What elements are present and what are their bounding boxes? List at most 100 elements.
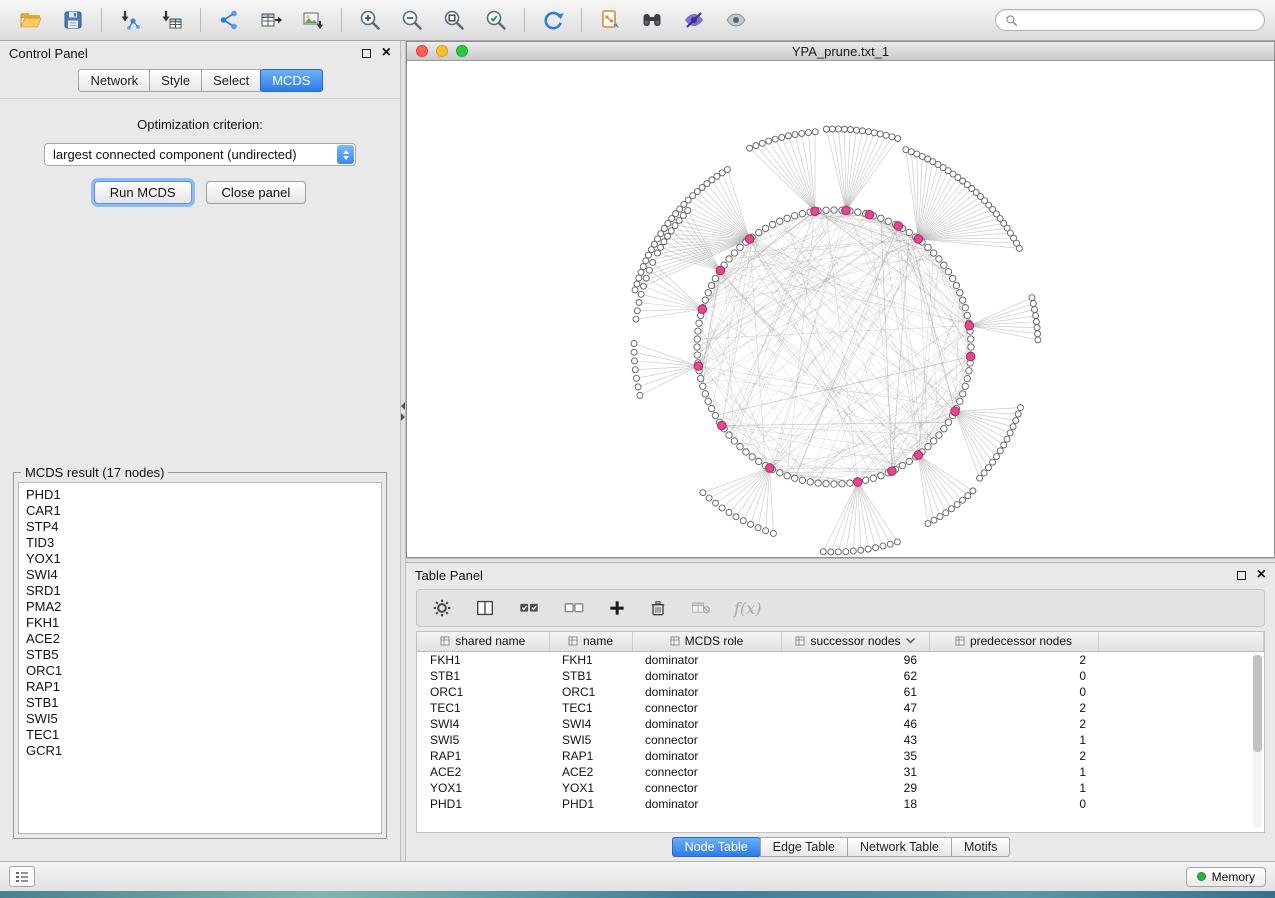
delete-table-icon (689, 598, 713, 618)
memory-label: Memory (1212, 870, 1255, 884)
mcds-result-item[interactable]: GCR1 (26, 743, 381, 759)
export-network-button[interactable] (208, 4, 250, 36)
table-cell-filler (1098, 700, 1264, 716)
search-box[interactable] (995, 9, 1265, 31)
table-cell: 35 (781, 748, 929, 764)
export-table-button[interactable] (250, 4, 292, 36)
save-button[interactable] (52, 4, 94, 36)
column-header-successor-nodes[interactable]: successor nodes (781, 632, 929, 651)
select-stepper-icon[interactable] (337, 145, 354, 164)
close-table-panel-icon[interactable]: × (1257, 569, 1266, 581)
table-row[interactable]: ACE2ACE2connector311 (417, 764, 1264, 780)
tab-network-table[interactable]: Network Table (847, 837, 952, 857)
zoom-selected-button[interactable] (475, 4, 517, 36)
tab-edge-table[interactable]: Edge Table (760, 837, 848, 857)
zoom-in-button[interactable] (349, 4, 391, 36)
column-header-name[interactable]: name (549, 632, 632, 651)
float-panel-icon[interactable] (362, 49, 371, 58)
mcds-result-item[interactable]: YOX1 (26, 551, 381, 567)
save-icon (61, 8, 85, 32)
mcds-result-item[interactable]: STB1 (26, 695, 381, 711)
run-mcds-button[interactable]: Run MCDS (94, 181, 192, 204)
table-row[interactable]: SWI4SWI4dominator462 (417, 716, 1264, 732)
select-all-button[interactable] (517, 597, 541, 619)
import-table-button[interactable] (151, 4, 193, 36)
mcds-result-item[interactable]: CAR1 (26, 503, 381, 519)
table-scrollbar[interactable] (1253, 654, 1262, 828)
mcds-result-item[interactable]: FKH1 (26, 615, 381, 631)
window-minimize-icon[interactable] (436, 45, 448, 57)
search-input[interactable] (1023, 13, 1255, 27)
close-panel-button[interactable]: Close panel (206, 181, 307, 204)
column-header-predecessor-nodes[interactable]: predecessor nodes (929, 632, 1098, 651)
table-settings-button[interactable] (431, 597, 453, 619)
table-row[interactable]: TEC1TEC1connector472 (417, 700, 1264, 716)
tab-select[interactable]: Select (201, 69, 261, 92)
splitter-handle-icon[interactable] (401, 402, 405, 421)
column-header-shared-name[interactable]: shared name (417, 632, 549, 651)
table-row[interactable]: STB1STB1dominator620 (417, 668, 1264, 684)
show-eye-button[interactable] (715, 4, 757, 36)
table-row[interactable]: ORC1ORC1dominator610 (417, 684, 1264, 700)
grid-icon (795, 636, 805, 646)
open-folder-button[interactable] (10, 4, 52, 36)
export-image-button[interactable] (292, 4, 334, 36)
mcds-result-item[interactable]: TID3 (26, 535, 381, 551)
column-header-mcds-role[interactable]: MCDS role (632, 632, 781, 651)
float-table-panel-icon[interactable] (1237, 571, 1246, 580)
mcds-result-item[interactable]: PHD1 (26, 487, 381, 503)
mcds-result-item[interactable]: ORC1 (26, 663, 381, 679)
network-graph[interactable] (407, 61, 1274, 557)
zoom-fit-button[interactable] (433, 4, 475, 36)
mcds-result-item[interactable]: STP4 (26, 519, 381, 535)
mcds-result-item[interactable]: TEC1 (26, 727, 381, 743)
window-zoom-icon[interactable] (456, 45, 468, 57)
tab-node-table[interactable]: Node Table (672, 837, 761, 857)
close-panel-icon[interactable]: × (382, 47, 391, 59)
delete-column-button[interactable] (648, 598, 668, 618)
network-canvas[interactable] (407, 61, 1274, 557)
table-toolbar: f(x) (416, 589, 1265, 627)
tab-network[interactable]: Network (78, 69, 150, 92)
vertical-splitter[interactable] (400, 41, 406, 861)
mcds-result-item[interactable]: SWI4 (26, 567, 381, 583)
mcds-result-list[interactable]: PHD1CAR1STP4TID3YOX1SWI4SRD1PMA2FKH1ACE2… (18, 482, 382, 834)
mcds-result-item[interactable]: ACE2 (26, 631, 381, 647)
tab-style[interactable]: Style (149, 69, 202, 92)
table-cell: 0 (929, 796, 1098, 812)
mcds-result-item[interactable]: STB5 (26, 647, 381, 663)
mcds-result-item[interactable]: SRD1 (26, 583, 381, 599)
window-close-icon[interactable] (416, 45, 428, 57)
zoom-out-button[interactable] (391, 4, 433, 36)
export-table-icon (259, 8, 283, 32)
table-row[interactable]: YOX1YOX1connector291 (417, 780, 1264, 796)
deselect-all-button[interactable] (562, 597, 586, 619)
scrollbar-thumb[interactable] (1253, 655, 1262, 752)
table-row[interactable]: FKH1FKH1dominator962 (417, 651, 1264, 668)
import-network-button[interactable] (109, 4, 151, 36)
mcds-result-item[interactable]: RAP1 (26, 679, 381, 695)
tab-mcds[interactable]: MCDS (260, 69, 322, 92)
table-cell: SWI5 (417, 732, 549, 748)
toolbar-separator (581, 8, 582, 32)
network-window-titlebar[interactable]: YPA_prune.txt_1 (407, 42, 1274, 61)
add-column-button[interactable] (607, 598, 627, 618)
mcds-result-item[interactable]: SWI5 (26, 711, 381, 727)
mcds-result-item[interactable]: PMA2 (26, 599, 381, 615)
refresh-button[interactable] (532, 4, 574, 36)
show-columns-button[interactable] (474, 597, 496, 619)
copy-network-button[interactable] (589, 4, 631, 36)
table-row[interactable]: SWI5SWI5connector431 (417, 732, 1264, 748)
table-row[interactable]: RAP1RAP1dominator352 (417, 748, 1264, 764)
table-cell-filler (1098, 684, 1264, 700)
search-network-button[interactable] (631, 4, 673, 36)
panel-menu-button[interactable] (9, 866, 35, 887)
zoom-fit-icon (442, 8, 466, 32)
table-cell: ORC1 (417, 684, 549, 700)
tab-motifs[interactable]: Motifs (951, 837, 1010, 857)
table-cell: TEC1 (549, 700, 632, 716)
criterion-select[interactable]: largest connected component (undirected) (44, 143, 356, 166)
table-row[interactable]: PHD1PHD1dominator180 (417, 796, 1264, 812)
memory-button[interactable]: Memory (1186, 867, 1266, 887)
hide-analyzer-button[interactable] (673, 4, 715, 36)
